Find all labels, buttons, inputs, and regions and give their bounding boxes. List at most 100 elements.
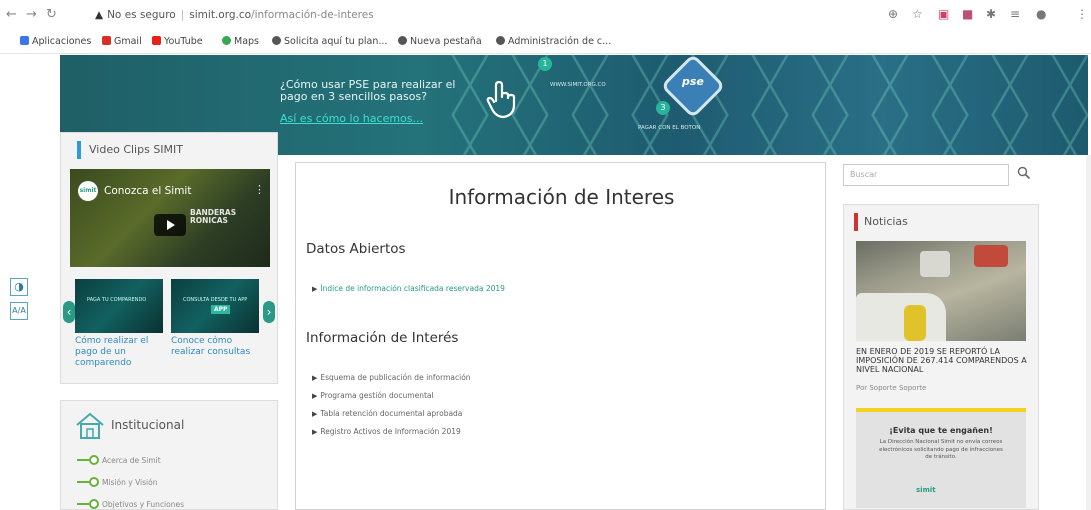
video-thumbnail-2[interactable]: CONSULTA DESDE TU APP APP [171, 279, 259, 333]
car-shape [856, 293, 946, 341]
pse-text: pse [682, 75, 704, 88]
right-sidebar: Buscar Noticias EN ENERO DE 2019 SE REPO… [843, 162, 1043, 510]
bookmark-label: YouTube [164, 36, 203, 47]
bookmarks-bar: Aplicaciones Gmail YouTube Maps Solicita… [0, 30, 1091, 54]
inst-item-label: Misión y Visión [102, 478, 158, 487]
doc-link[interactable]: ▶ Programa gestión documental [312, 391, 434, 400]
contrast-button[interactable]: ◑ [10, 278, 28, 296]
doc-link-label: Índice de información clasificada reserv… [320, 284, 505, 293]
circle-node-icon [89, 499, 99, 509]
bullet-triangle-icon: ▶ [312, 410, 318, 418]
news-author: Por Soporte Soporte [856, 384, 927, 392]
video-clips-panel: Video Clips SIMIT simit Conozca el Simit… [60, 132, 278, 384]
news-headline[interactable]: EN ENERO DE 2019 SE REPORTÓ LA IMPOSICIÓ… [856, 347, 1036, 374]
thumbnail-caption-2[interactable]: Conoce cómo realizar consultas [171, 336, 261, 358]
thumbnail-caption-1[interactable]: Cómo realizar el pago de un comparendo [75, 336, 165, 369]
doc-link[interactable]: ▶ Tabla retención documental aprobada [312, 409, 462, 418]
security-label: No es seguro [107, 9, 176, 21]
main-content: Información de Interes Datos Abiertos ▶ Í… [295, 162, 826, 510]
inst-item-label: Acerca de Simit [102, 456, 161, 465]
circle-node-icon [89, 455, 99, 465]
circle-node-icon [89, 477, 99, 487]
thumbnail-text: CONSULTA DESDE TU APP [183, 297, 248, 303]
globe-icon [398, 36, 407, 45]
step-1-icon: 1 [538, 57, 552, 71]
extension-icon-2[interactable]: ■ [962, 7, 973, 21]
video-player[interactable]: simit Conozca el Simit ⋮ BANDERAS RONICA… [70, 169, 270, 267]
reload-button[interactable]: ↻ [46, 7, 57, 22]
thumbnail-text: PAGA TU COMPARENDO [87, 297, 147, 303]
address-bar[interactable]: ▲ No es seguro | simit.org.co/información-d… [95, 5, 395, 25]
carousel-prev-icon[interactable]: ‹ [63, 301, 75, 323]
doc-link[interactable]: ▶ Registro Activos de Información 2019 [312, 427, 461, 436]
car-shape [920, 251, 950, 277]
bookmark-label: Aplicaciones [32, 36, 92, 47]
forward-button[interactable]: → [26, 7, 37, 22]
doc-link[interactable]: ▶ Índice de información clasificada reser… [312, 284, 505, 293]
bookmark-label: Gmail [114, 36, 142, 47]
institucional-title: Institucional [111, 418, 185, 432]
text-size-button[interactable]: A/A [10, 302, 28, 320]
maps-icon [222, 36, 231, 45]
video-menu-icon[interactable]: ⋮ [254, 183, 265, 196]
globe-icon [272, 36, 281, 45]
news-image[interactable] [856, 241, 1026, 341]
doc-link-label: Tabla retención documental aprobada [320, 409, 463, 418]
back-button[interactable]: ← [6, 7, 17, 22]
ad-logo: simit [916, 486, 936, 494]
avatar[interactable]: ● [1036, 7, 1046, 21]
browser-toolbar: ← → ↻ ▲ No es seguro | simit.org.co/informa… [0, 0, 1091, 30]
menu-icon[interactable]: ⋮ [1076, 7, 1088, 21]
playlist-icon[interactable]: ≡ [1010, 7, 1020, 21]
institucional-panel: Institucional Acerca de Simit Misión y V… [60, 400, 278, 510]
inst-item-acerca[interactable]: Acerca de Simit [77, 455, 161, 465]
hand-pointer-icon [486, 81, 516, 119]
bookmark-aplicaciones[interactable]: Aplicaciones [20, 36, 91, 47]
warning-ad[interactable]: ¡Evita que te engañen! La Dirección Naci… [856, 408, 1026, 508]
bookmark-nueva-pestana[interactable]: Nueva pestaña [398, 36, 482, 47]
bullet-triangle-icon: ▶ [312, 374, 318, 382]
banner-pattern [440, 55, 1088, 155]
tree-line [77, 459, 89, 461]
ad-title: ¡Evita que te engañen! [889, 426, 993, 435]
url-path: /información-de-interes [251, 9, 374, 21]
car-shape [974, 245, 1008, 267]
page-title: Información de Interes [448, 185, 675, 209]
url-domain: simit.org.co [189, 9, 252, 21]
search-input[interactable]: Buscar [843, 164, 1009, 186]
app-badge: APP [211, 305, 231, 314]
doc-link-label: Registro Activos de Información 2019 [320, 427, 461, 436]
bookmark-label: Solicita aquí tu plan... [284, 36, 388, 47]
inst-item-mision[interactable]: Misión y Visión [77, 477, 157, 487]
bookmark-maps[interactable]: Maps [222, 36, 259, 47]
doc-link-label: Programa gestión documental [320, 391, 434, 400]
tree-line [77, 481, 89, 483]
video-title[interactable]: Conozca el Simit [104, 185, 191, 197]
house-icon [76, 412, 104, 439]
extension-icon[interactable]: ▣ [938, 7, 949, 21]
doc-link[interactable]: ▶ Esquema de publicación de información [312, 373, 471, 382]
video-clips-title: Video Clips SIMIT [77, 141, 183, 159]
bookmark-label: Maps [234, 36, 259, 47]
globe-icon [496, 36, 505, 45]
bookmark-gmail[interactable]: Gmail [102, 36, 142, 47]
bookmark-plan[interactable]: Solicita aquí tu plan... [272, 36, 387, 47]
puzzle-icon[interactable]: ✱ [986, 7, 996, 21]
search-icon[interactable] [1017, 166, 1031, 180]
ad-body: La Dirección Nacional Simit no envía cor… [879, 439, 1003, 460]
play-icon[interactable] [154, 214, 186, 236]
section-datos-abiertos: Datos Abiertos [306, 241, 406, 257]
banner-link[interactable]: Así es cómo lo hacemos... [280, 112, 423, 125]
inst-item-objetivos[interactable]: Objetivos y Funciones [77, 499, 184, 509]
bookmark-label: Nueva pestaña [410, 36, 482, 47]
bookmark-administracion[interactable]: Administración de c... [496, 36, 611, 47]
page-scrollbar[interactable] [1086, 155, 1091, 510]
simit-logo: simit [78, 181, 98, 201]
video-overlay-text: BANDERAS RONICAS [190, 208, 237, 225]
apps-icon [20, 36, 29, 45]
star-icon[interactable]: ☆ [912, 7, 923, 21]
bookmark-youtube[interactable]: YouTube [152, 36, 203, 47]
zoom-icon[interactable]: ⊕ [888, 7, 898, 21]
carousel-next-icon[interactable]: › [263, 301, 275, 323]
video-thumbnail-1[interactable]: PAGA TU COMPARENDO [75, 279, 163, 333]
